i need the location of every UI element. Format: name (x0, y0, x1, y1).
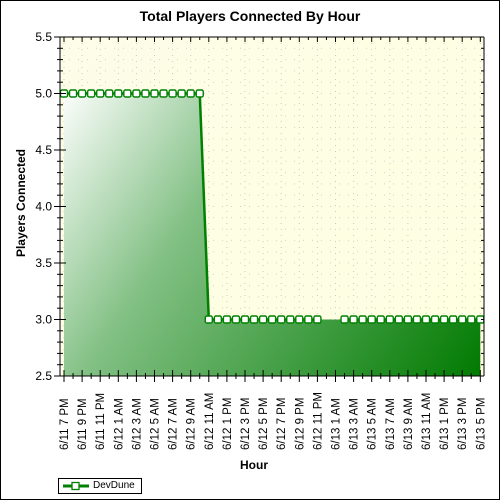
data-point (177, 89, 186, 98)
chart-svg: 2.5 3.0 3.5 4.0 4.5 5.0 5.5 6/11 7 PM 6/11 9 PM 6… (35, 30, 487, 450)
legend-label: DevDune (93, 480, 135, 491)
x-tick-label: 6/12 5 AM (150, 398, 162, 450)
data-point (385, 315, 394, 324)
data-point (421, 315, 431, 324)
x-tick-label: 6/13 7 AM (385, 398, 397, 450)
x-tick-label: 6/12 11 PM (312, 392, 324, 450)
data-point (313, 315, 322, 324)
data-point (159, 89, 168, 98)
x-tick-label: 6/12 7 AM (168, 398, 180, 450)
data-point (467, 315, 476, 324)
y-tick-label: 2.5 (35, 369, 52, 383)
data-point (394, 315, 404, 324)
data-point (286, 315, 295, 324)
y-tick-label: 3.5 (35, 256, 52, 270)
data-point (231, 315, 241, 324)
data-point (123, 89, 132, 98)
data-point (204, 315, 214, 324)
x-tick-label: 6/12 9 AM (186, 398, 198, 450)
data-point (240, 315, 250, 324)
data-point (68, 89, 78, 98)
data-point (367, 315, 376, 324)
data-point (340, 315, 349, 324)
x-tick-label: 6/12 5 PM (258, 398, 270, 450)
data-point (349, 315, 358, 324)
data-point (213, 315, 223, 324)
data-point (150, 89, 159, 98)
x-tick-label: 6/13 3 PM (457, 398, 469, 450)
x-tick-label: 6/11 11 PM (95, 393, 107, 450)
data-point (439, 315, 449, 324)
legend: DevDune (58, 478, 142, 494)
x-tick-label: 6/13 11 AM (421, 393, 433, 450)
y-tick-label: 4.0 (35, 200, 52, 214)
x-tick-label: 6/12 3 AM (131, 398, 143, 450)
x-tick-label: 6/13 5 PM (475, 398, 487, 450)
data-point (195, 89, 204, 98)
y-tick-label: 5.0 (35, 87, 52, 101)
x-tick-label: 6/12 9 PM (294, 398, 306, 450)
x-tick-label: 6/13 1 PM (439, 398, 451, 450)
x-tick-label: 6/11 7 PM (59, 398, 71, 450)
x-tick-label: 6/12 11 AM (204, 393, 216, 450)
y-tick-label: 4.5 (35, 143, 52, 157)
data-point (132, 89, 141, 98)
legend-swatch-icon (63, 481, 89, 491)
data-point (258, 315, 268, 324)
data-point (267, 315, 277, 324)
x-tick-label: 6/13 1 AM (331, 398, 343, 450)
x-tick-label: 6/12 3 PM (240, 398, 252, 450)
x-tick-label: 6/11 9 PM (77, 398, 89, 450)
y-tick-label: 3.0 (35, 313, 52, 327)
data-point (295, 315, 304, 324)
x-tick-label: 6/12 1 AM (113, 398, 125, 450)
data-point (448, 315, 458, 324)
data-point (458, 315, 467, 324)
data-point (376, 315, 385, 324)
data-point (186, 89, 195, 98)
x-tick-label: 6/13 9 AM (403, 398, 415, 450)
data-point (403, 315, 413, 324)
data-point (249, 315, 259, 324)
data-point (95, 89, 105, 98)
x-tick-label: 6/13 5 AM (367, 398, 379, 450)
data-point (222, 315, 232, 324)
data-point (412, 315, 422, 324)
y-tick-label: 5.5 (35, 30, 52, 44)
data-point (277, 315, 286, 324)
data-point (141, 89, 150, 98)
data-point (304, 315, 313, 324)
x-tick-label: 6/12 1 PM (222, 398, 234, 450)
data-point (114, 89, 123, 98)
data-point (430, 315, 440, 324)
data-point (168, 89, 177, 98)
data-point (77, 89, 87, 98)
data-point (358, 315, 367, 324)
data-point (86, 89, 96, 98)
x-tick-label: 6/12 7 PM (276, 398, 288, 450)
x-tick-label: 6/13 3 AM (349, 398, 361, 450)
data-point (105, 89, 114, 98)
